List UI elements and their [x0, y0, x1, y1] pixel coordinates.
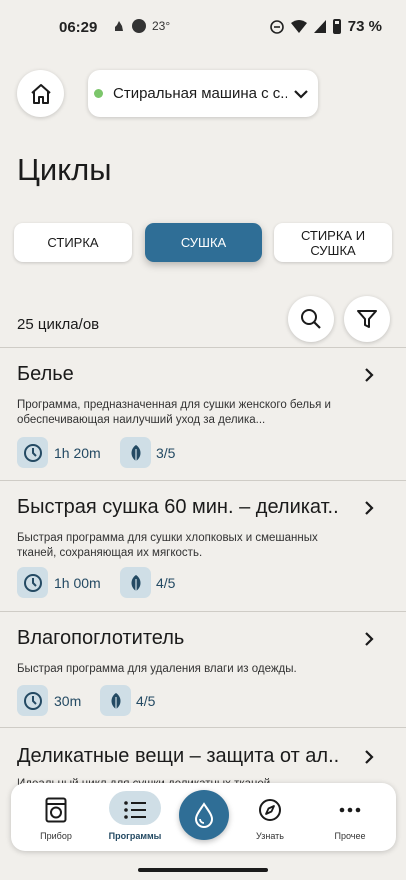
device-selector[interactable]: Стиральная машина с с... — [88, 70, 318, 117]
start-button[interactable] — [179, 790, 229, 840]
nav-item-programs[interactable]: Программы — [100, 783, 170, 851]
weather-icon — [132, 19, 146, 33]
divider — [0, 611, 406, 612]
chevron-right-icon — [365, 368, 374, 382]
leaf-icon — [100, 685, 131, 716]
nav-item-learn[interactable]: Узнать — [235, 783, 305, 851]
filter-icon — [357, 310, 377, 328]
tab-label: СТИРКА — [47, 235, 99, 250]
cycle-item[interactable]: Влагопоглотитель Быстрая программа для у… — [0, 627, 406, 727]
tab-drying[interactable]: СУШКА — [145, 223, 262, 262]
nav-label: Программы — [108, 831, 162, 841]
cycle-item[interactable]: Быстрая сушка 60 мин. – деликат.. Быстра… — [0, 496, 406, 611]
appliance-icon — [45, 797, 67, 823]
dnd-icon — [269, 19, 284, 34]
home-button[interactable] — [17, 70, 64, 117]
tab-label: СУШКА — [180, 235, 227, 250]
tab-washing-and-drying[interactable]: СТИРКА И СУШКА — [274, 223, 392, 262]
cycle-duration: 1h 00m — [54, 575, 101, 591]
water-drop-icon — [194, 802, 214, 828]
leaf-icon — [120, 437, 151, 468]
cycle-care-rating: 3/5 — [156, 445, 176, 461]
status-bar: 06:29 23° 73 % — [0, 0, 406, 56]
nav-label: Узнать — [256, 831, 284, 841]
chevron-right-icon — [365, 632, 374, 646]
clock-icon — [17, 567, 48, 598]
device-status-dot — [94, 89, 103, 98]
gesture-bar — [138, 868, 268, 872]
chevron-down-icon — [294, 89, 308, 99]
wifi-icon — [290, 20, 307, 33]
battery-level: 73 % — [347, 18, 382, 35]
cycle-care-rating: 4/5 — [136, 693, 156, 709]
home-icon — [30, 83, 51, 104]
chevron-right-icon — [365, 750, 374, 764]
notification-icon — [115, 21, 123, 31]
cycle-care-rating: 4/5 — [156, 575, 176, 591]
divider — [0, 727, 406, 728]
page-title: Циклы — [17, 152, 112, 187]
nav-label: Прибор — [40, 831, 72, 841]
nav-item-appliance[interactable]: Прибор — [21, 783, 91, 851]
tab-washing[interactable]: СТИРКА — [14, 223, 132, 262]
cycle-description: Быстрая программа для сушки хлопковых и … — [17, 532, 318, 559]
cycle-description: Быстрая программа для удаления влаги из … — [17, 663, 297, 675]
cycle-title: Деликатные вещи – защита от ал.. — [17, 745, 340, 767]
status-system-icons: 73 % — [269, 18, 382, 35]
status-notification-icons: 23° — [112, 19, 170, 33]
list-icon — [123, 797, 147, 823]
nav-label: Прочее — [334, 831, 366, 841]
compass-icon — [258, 797, 282, 823]
status-time: 06:29 — [59, 19, 98, 36]
divider — [0, 347, 406, 348]
filter-button[interactable] — [344, 296, 390, 342]
cycle-description: Программа, предназначенная для сушки жен… — [17, 399, 331, 426]
search-icon — [301, 309, 321, 329]
cycle-duration: 1h 20m — [54, 445, 101, 461]
clock-icon — [17, 685, 48, 716]
battery-icon — [332, 19, 341, 34]
cycle-count: 25 цикла/ов — [17, 316, 100, 333]
cycle-title: Белье — [17, 363, 74, 385]
divider — [0, 480, 406, 481]
status-temperature: 23° — [152, 19, 171, 33]
search-button[interactable] — [288, 296, 334, 342]
leaf-icon — [120, 567, 151, 598]
signal-icon — [313, 20, 326, 33]
cycle-item[interactable]: Деликатные вещи – защита от ал.. Идеальн… — [0, 745, 406, 785]
tab-label: СТИРКА И СУШКА — [300, 227, 366, 258]
cycle-title: Быстрая сушка 60 мин. – деликат.. — [17, 496, 339, 518]
chevron-right-icon — [365, 501, 374, 515]
cycle-title: Влагопоглотитель — [17, 627, 185, 649]
cycle-duration: 30m — [54, 693, 82, 709]
more-icon — [339, 797, 361, 823]
device-label: Стиральная машина с с... — [113, 85, 287, 102]
cycle-item[interactable]: Белье Программа, предназначенная для суш… — [0, 363, 406, 478]
nav-item-more[interactable]: Прочее — [315, 783, 385, 851]
clock-icon — [17, 437, 48, 468]
